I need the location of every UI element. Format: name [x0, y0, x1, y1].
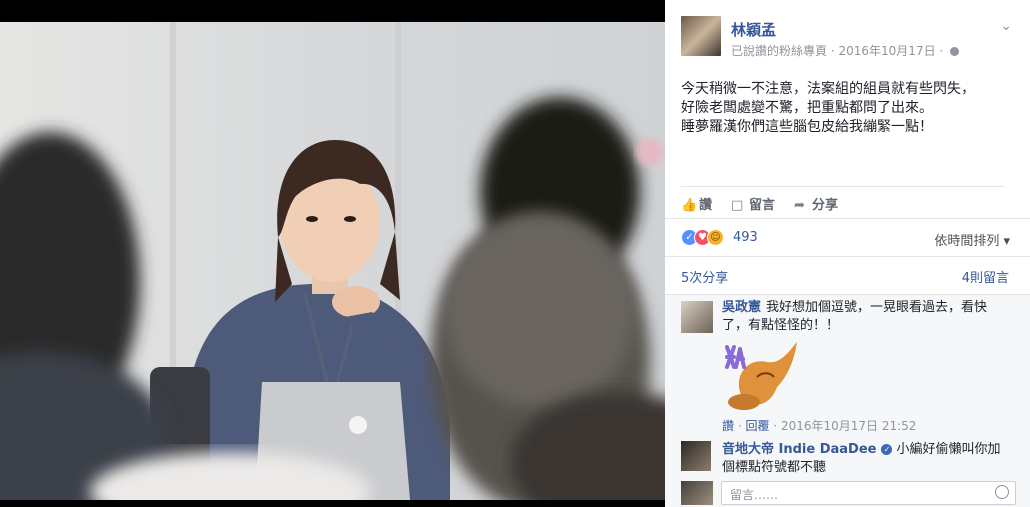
comment-input[interactable]: 留言……: [721, 481, 1016, 505]
haha-reaction-icon[interactable]: ☺: [707, 229, 724, 246]
haha-sticker[interactable]: [722, 337, 802, 415]
comment-body: 吳政憲 我好想加個逗號，一晃眼看過去，看快 了，有點怪怪的！！: [722, 299, 1012, 335]
author-avatar[interactable]: [681, 16, 721, 56]
share-button[interactable]: ➦ 分享: [794, 194, 838, 213]
author-name[interactable]: 林穎孟: [731, 19, 776, 40]
post-panel: 林穎孟 已說讚的粉絲專頁 · 2016年10月17日 · ⌄ 今天稍微一不注意，…: [665, 0, 1030, 507]
like-label: 讚: [699, 198, 713, 213]
thumbs-up-icon: 👍: [681, 198, 698, 213]
post-line: 好險老闆處變不驚，把重點都問了出來。: [681, 100, 933, 116]
comment-count[interactable]: 4則留言: [962, 267, 1009, 286]
verified-badge-icon: ✓: [881, 444, 893, 455]
comment-label: 留言: [749, 198, 776, 213]
post-line: 今天稍微一不注意，法案組的組員就有些閃失，: [681, 81, 975, 97]
comment-reply-link[interactable]: 回覆: [745, 419, 769, 433]
stats-row: 5次分享 4則留言: [665, 256, 1030, 294]
post-header: 林穎孟 已說讚的粉絲專頁 · 2016年10月17日 · ⌄: [681, 16, 1016, 60]
reaction-count[interactable]: 493: [733, 230, 758, 245]
comment-like-link[interactable]: 讚: [722, 419, 734, 433]
action-separator: ·: [773, 419, 781, 433]
comment-timestamp[interactable]: 2016年10月17日 21:52: [781, 419, 916, 433]
caret-down-icon: ▾: [999, 234, 1010, 249]
sort-label: 依時間排列: [934, 234, 1000, 249]
globe-icon[interactable]: [950, 47, 960, 56]
post-photo[interactable]: [0, 22, 665, 500]
like-button[interactable]: 👍 讚: [681, 194, 712, 213]
comment-composer: 留言……: [681, 481, 1016, 507]
comment-sort-dropdown[interactable]: 依時間排列 ▾: [934, 230, 1010, 249]
post-date[interactable]: 2016年10月17日: [838, 44, 935, 58]
commenter-name[interactable]: 音地大帝 Indie DaaDee: [722, 442, 876, 457]
commenter-avatar[interactable]: [681, 441, 711, 471]
post-actions: 👍 讚 □ 留言 ➦ 分享: [681, 186, 1005, 218]
commenter-avatar[interactable]: [681, 301, 713, 333]
comment-text: 小編好偷懶叫你加: [896, 442, 1001, 457]
post-text: 今天稍微一不注意，法案組的組員就有些閃失， 好險老闆處變不驚，把重點都問了出來。…: [681, 80, 1021, 137]
share-count[interactable]: 5次分享: [681, 267, 728, 286]
post-line: 睡夢羅漢你們這些腦包皮給我繃緊一點！: [681, 119, 933, 135]
smiley-icon[interactable]: [995, 485, 1009, 499]
viewer-avatar: [681, 481, 713, 505]
comment-body: 音地大帝 Indie DaaDee ✓ 小編好偷懶叫你加 個標點符號都不聽: [722, 441, 1017, 477]
liked-page-label: 已說讚的粉絲專頁: [731, 44, 828, 58]
comment-actions: 讚 · 回覆 · 2016年10月17日 21:52: [722, 417, 916, 434]
comment-input-placeholder: 留言……: [730, 488, 779, 502]
share-label: 分享: [812, 198, 839, 213]
post-meta: 已說讚的粉絲專頁 · 2016年10月17日 ·: [731, 42, 960, 59]
comment-icon: □: [731, 198, 744, 213]
photo-image: [0, 22, 665, 500]
photo-viewer: 林穎孟 已說讚的粉絲專頁 · 2016年10月17日 · ⌄ 今天稍微一不注意，…: [0, 0, 1030, 507]
chevron-down-icon[interactable]: ⌄: [1000, 18, 1012, 34]
reactions-row: ✓ ♥ ☺ 493 依時間排列 ▾: [665, 218, 1030, 256]
meta-separator: ·: [939, 44, 948, 58]
comment-text: 了，有點怪怪的！！: [722, 318, 840, 333]
comments-section: 吳政憲 我好想加個逗號，一晃眼看過去，看快 了，有點怪怪的！！ 讚 · 回覆 · …: [665, 294, 1030, 507]
share-arrow-icon: ➦: [794, 198, 805, 213]
commenter-name[interactable]: 吳政憲: [722, 300, 761, 315]
comment-button[interactable]: □ 留言: [731, 194, 775, 213]
comment-text: 個標點符號都不聽: [722, 460, 827, 475]
comment-text: 我好想加個逗號，一晃眼看過去，看快: [766, 300, 988, 315]
